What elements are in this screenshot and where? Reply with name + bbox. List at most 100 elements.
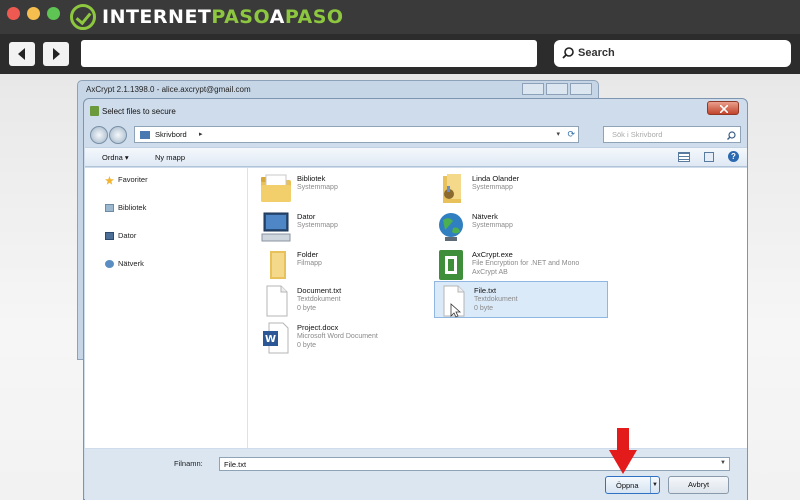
- brand-part-2: PASO: [211, 6, 270, 28]
- file-type: Systemmapp: [297, 222, 338, 229]
- filename-value: File.txt: [224, 460, 247, 469]
- filename-label: Filnamn:: [174, 459, 203, 468]
- library-icon: [105, 203, 114, 212]
- file-type: Filmapp: [297, 260, 322, 267]
- file-item[interactable]: W Project.docx Microsoft Word Document 0…: [260, 321, 430, 355]
- file-size: 0 byte: [297, 305, 317, 312]
- nav-item-label: Bibliotek: [118, 203, 147, 212]
- new-folder-button[interactable]: Ny mapp: [155, 153, 185, 162]
- file-dialog: Select files to secure Skrivbord ▸ ▾ ⟳ S…: [83, 98, 748, 500]
- dialog-close-button[interactable]: [707, 101, 739, 115]
- svg-text:W: W: [265, 334, 276, 345]
- file-type: Textdokument: [474, 296, 518, 303]
- text-file-icon: [266, 285, 288, 317]
- address-bar[interactable]: Skrivbord ▸ ▾ ⟳: [134, 126, 579, 143]
- file-size: 0 byte: [474, 305, 494, 312]
- maximize-window-button[interactable]: [47, 7, 60, 20]
- file-name: Folder: [297, 250, 319, 259]
- cancel-button[interactable]: Avbryt: [668, 476, 729, 494]
- dialog-content: Favoriter Bibliotek Dator Nätverk Biblio…: [85, 168, 747, 448]
- file-item[interactable]: Bibliotek Systemmapp: [260, 172, 430, 206]
- open-split-dropdown-icon[interactable]: ▼: [650, 477, 659, 493]
- axcrypt-app-icon: [439, 250, 463, 280]
- nav-item-network[interactable]: Nätverk: [105, 259, 144, 268]
- file-item[interactable]: Folder Filmapp: [260, 248, 430, 282]
- file-name: Nätverk: [472, 212, 498, 221]
- dialog-search-input[interactable]: Sök i Skrivbord: [603, 126, 741, 143]
- file-item[interactable]: Nätverk Systemmapp: [435, 210, 605, 244]
- organize-menu[interactable]: Ordna ▾: [102, 153, 129, 162]
- axcrypt-window-title: AxCrypt 2.1.1398.0 - alice.axcrypt@gmail…: [86, 85, 251, 94]
- toolbar-right: ?: [678, 151, 739, 162]
- axcrypt-close-button[interactable]: [570, 83, 592, 95]
- navigation-pane: Favoriter Bibliotek Dator Nätverk: [85, 168, 248, 448]
- magnifier-icon: [727, 131, 736, 140]
- file-type: Systemmapp: [472, 222, 513, 229]
- nav-item-libraries[interactable]: Bibliotek: [105, 203, 146, 212]
- arrow-down-annotation-icon: [609, 428, 637, 474]
- browser-navbar: Search: [0, 34, 800, 74]
- axcrypt-title-icon: [90, 106, 99, 116]
- file-name: File.txt: [474, 286, 497, 295]
- dialog-toolbar: Ordna ▾ Ny mapp ?: [85, 147, 747, 167]
- file-name: Project.docx: [297, 323, 339, 332]
- computer-icon: [261, 212, 291, 242]
- text-file-icon: [443, 285, 465, 318]
- filename-input[interactable]: File.txt ▼: [219, 457, 730, 471]
- checkmark-logo-icon: [70, 4, 96, 30]
- file-description: File Encryption for .NET and Mono: [472, 260, 580, 267]
- user-folder-icon: [443, 174, 461, 203]
- browser-search-placeholder: Search: [578, 47, 615, 59]
- file-name: Linda Olander: [472, 174, 520, 183]
- arrow-left-icon: [18, 48, 25, 60]
- back-button[interactable]: [9, 42, 35, 66]
- close-icon: [720, 105, 728, 113]
- file-item[interactable]: Dator Systemmapp: [260, 210, 430, 244]
- dialog-nav-buttons: [90, 125, 130, 145]
- nav-item-computer[interactable]: Dator: [105, 231, 136, 240]
- dialog-title: Select files to secure: [102, 107, 176, 116]
- file-name: AxCrypt.exe: [472, 250, 513, 259]
- library-folder-icon: [261, 174, 291, 202]
- nav-item-label: Favoriter: [118, 175, 148, 184]
- network-icon: [105, 259, 114, 268]
- file-item[interactable]: Document.txt Textdokument 0 byte: [260, 284, 430, 318]
- arrow-right-icon: [53, 48, 60, 60]
- minimize-window-button[interactable]: [27, 7, 40, 20]
- computer-icon: [105, 231, 114, 240]
- file-publisher: AxCrypt AB: [472, 269, 508, 276]
- dialog-back-button[interactable]: [90, 126, 108, 144]
- file-size: 0 byte: [297, 342, 317, 349]
- preview-pane-icon[interactable]: [704, 151, 714, 162]
- site-logo: INTERNETPASOAPASO: [70, 3, 344, 31]
- breadcrumb-chevron-icon[interactable]: ▸: [199, 130, 203, 138]
- axcrypt-maximize-button[interactable]: [546, 83, 568, 95]
- refresh-icon[interactable]: ⟳: [567, 129, 575, 140]
- file-item-selected[interactable]: File.txt Textdokument 0 byte: [434, 281, 608, 318]
- close-window-button[interactable]: [7, 7, 20, 20]
- view-options-icon[interactable]: [678, 151, 690, 162]
- address-dropdown-icon[interactable]: ▾: [556, 130, 560, 138]
- help-icon[interactable]: ?: [728, 151, 739, 162]
- file-type: Systemmapp: [472, 184, 513, 191]
- dialog-footer: Filnamn: File.txt ▼ Öppna ▼ Avbryt: [85, 449, 747, 500]
- axcrypt-minimize-button[interactable]: [522, 83, 544, 95]
- brand-part-4: PASO: [284, 6, 344, 28]
- file-item[interactable]: Linda Olander Systemmapp: [435, 172, 605, 206]
- browser-titlebar: INTERNETPASOAPASO: [0, 0, 800, 34]
- nav-item-label: Dator: [118, 231, 137, 240]
- brand-part-1: INTERNET: [102, 6, 212, 28]
- open-button[interactable]: Öppna ▼: [605, 476, 660, 494]
- file-type: Textdokument: [297, 296, 341, 303]
- forward-button[interactable]: [43, 42, 69, 66]
- file-item[interactable]: AxCrypt.exe File Encryption for .NET and…: [435, 248, 605, 282]
- file-type: Systemmapp: [297, 184, 338, 191]
- url-bar[interactable]: [81, 40, 537, 67]
- browser-search-bar[interactable]: Search: [554, 40, 791, 67]
- chevron-down-icon[interactable]: ▼: [720, 460, 726, 466]
- network-globe-icon: [439, 213, 463, 241]
- address-row: Skrivbord ▸ ▾ ⟳ Sök i Skrivbord: [90, 125, 741, 145]
- word-document-icon: W: [263, 322, 289, 354]
- nav-item-favorites[interactable]: Favoriter: [105, 175, 148, 185]
- dialog-forward-button[interactable]: [109, 126, 127, 144]
